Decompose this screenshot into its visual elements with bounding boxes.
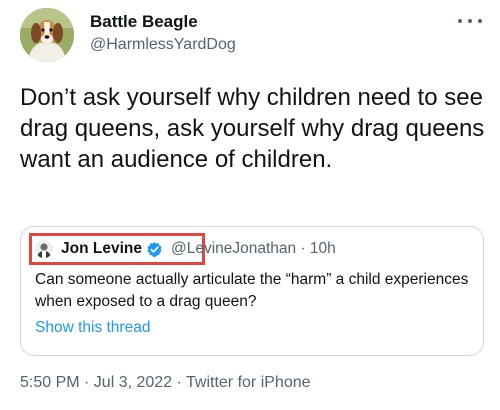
quoted-tweet-header: Jon Levine @LevineJonathan · 10h bbox=[35, 239, 336, 259]
beagle-dog-photo bbox=[20, 8, 74, 62]
quoted-tweet-card[interactable]: Jon Levine @LevineJonathan · 10h Can som… bbox=[20, 226, 484, 356]
tweet: Battle Beagle @HarmlessYardDog Don’t ask… bbox=[0, 0, 500, 410]
quoted-author-name[interactable]: Jon Levine bbox=[61, 240, 142, 258]
tweet-text: Don’t ask yourself why children need to … bbox=[20, 84, 485, 173]
more-dot bbox=[458, 19, 462, 23]
author-handle[interactable]: @HarmlessYardDog bbox=[90, 36, 236, 54]
more-dot bbox=[478, 19, 482, 23]
more-horizontal-icon[interactable] bbox=[458, 14, 482, 28]
show-thread-link[interactable]: Show this thread bbox=[35, 319, 150, 337]
author-avatar[interactable] bbox=[20, 8, 74, 62]
person-avatar-icon bbox=[35, 240, 53, 258]
quoted-author-handle-time[interactable]: @LevineJonathan · 10h bbox=[171, 240, 336, 258]
quoted-tweet-text: Can someone actually articulate the “har… bbox=[35, 271, 469, 310]
quoted-author-avatar[interactable] bbox=[35, 240, 53, 258]
more-dot bbox=[468, 19, 472, 23]
verified-badge-icon bbox=[147, 241, 162, 257]
tweet-timestamp[interactable]: 5:50 PM · Jul 3, 2022 · Twitter for iPho… bbox=[20, 374, 311, 392]
author-display-name[interactable]: Battle Beagle bbox=[90, 12, 198, 32]
